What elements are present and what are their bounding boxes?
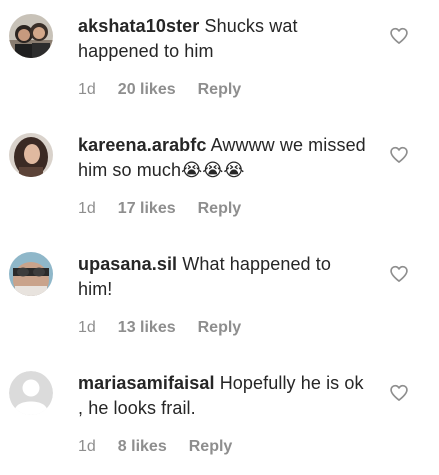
timestamp[interactable]: 1d [78,79,96,101]
timestamp[interactable]: 1d [78,317,96,339]
comment-text-block: upasana.sil What happened to him! [78,252,368,302]
comment-meta: 1d 17 likes Reply [78,198,241,220]
reply-button[interactable]: Reply [198,317,242,339]
avatar[interactable] [9,371,53,415]
comment-meta: 1d 20 likes Reply [78,79,241,101]
timestamp[interactable]: 1d [78,198,96,220]
comment-item: akshata10ster Shucks wat happened to him… [0,0,439,118]
comment-meta: 1d 8 likes Reply [78,436,232,458]
comment-text-block: mariasamifaisal Hopefully he is ok , he … [78,371,368,421]
likes-count[interactable]: 20 likes [118,79,176,101]
default-avatar-icon [9,371,53,415]
comment-item: upasana.sil What happened to him! 1d 13 l… [0,238,439,356]
reply-button[interactable]: Reply [198,198,242,220]
like-heart-icon[interactable] [389,26,409,46]
likes-count[interactable]: 13 likes [118,317,176,339]
reply-button[interactable]: Reply [198,79,242,101]
likes-count[interactable]: 17 likes [118,198,176,220]
like-heart-icon[interactable] [389,145,409,165]
timestamp[interactable]: 1d [78,436,96,458]
avatar[interactable] [9,14,53,58]
avatar[interactable] [9,133,53,177]
like-heart-icon[interactable] [389,383,409,403]
like-heart-icon[interactable] [389,264,409,284]
username-link[interactable]: mariasamifaisal [78,373,215,393]
comment-text-block: kareena.arabfc Awwww we missed him so mu… [78,133,368,183]
username-link[interactable]: upasana.sil [78,254,177,274]
user-photo-icon [9,252,53,296]
comment-item: kareena.arabfc Awwww we missed him so mu… [0,119,439,237]
comment-meta: 1d 13 likes Reply [78,317,241,339]
username-link[interactable]: kareena.arabfc [78,135,206,155]
avatar[interactable] [9,252,53,296]
crying-emoji-icon: 😭😭😭 [181,160,245,181]
comment-text-block: akshata10ster Shucks wat happened to him [78,14,368,64]
comment-item: mariasamifaisal Hopefully he is ok , he … [0,357,439,475]
likes-count[interactable]: 8 likes [118,436,167,458]
reply-button[interactable]: Reply [189,436,233,458]
username-link[interactable]: akshata10ster [78,16,199,36]
user-photo-icon [9,133,53,177]
user-photo-icon [9,14,53,58]
